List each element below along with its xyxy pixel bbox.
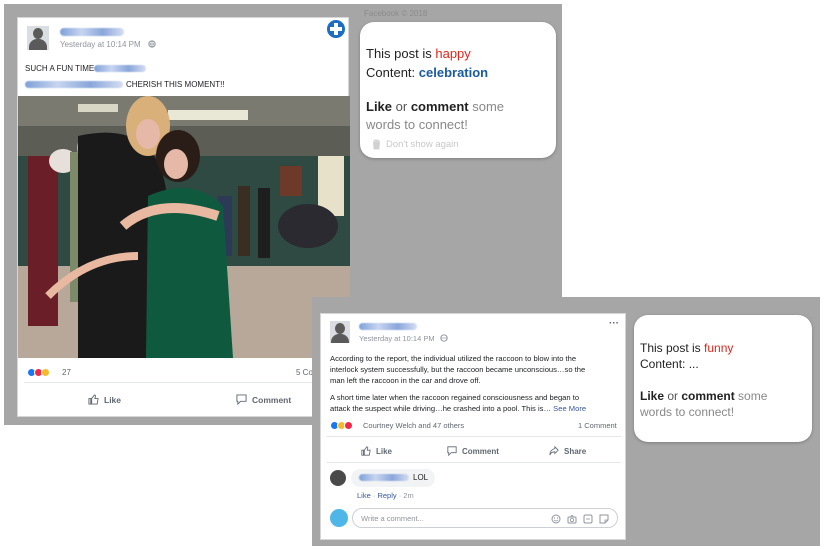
reaction-count[interactable]: 27 (62, 368, 71, 377)
reaction-icons[interactable] (27, 368, 50, 377)
comments-count[interactable]: 5 Co (296, 368, 313, 377)
post-timestamp[interactable]: Yesterday at 10:14 PM (60, 40, 141, 49)
connect-line-2-1: Like or comment some (640, 389, 768, 403)
emoji-icon[interactable] (551, 514, 561, 524)
author-name-blurred-2[interactable] (359, 323, 417, 330)
comment-actions: Like · Reply · 2m (357, 491, 414, 500)
post-text-line1: SUCH A FUN TIME (25, 64, 95, 73)
comment-icon (447, 446, 457, 456)
content-value-2: ... (688, 357, 699, 371)
connect-line-1: Like or comment some (366, 99, 505, 114)
plus-button[interactable] (325, 18, 347, 40)
current-user-avatar (330, 509, 348, 527)
author-name-blurred[interactable] (60, 28, 124, 36)
sentiment-value: happy (435, 46, 471, 61)
comment-button-2[interactable]: Comment (447, 446, 499, 456)
post2-para1-line3: man left the raccoon in the car and drov… (330, 376, 481, 385)
post-card-2: Yesterday at 10:14 PM ··· According to t… (320, 313, 626, 540)
see-more-link[interactable]: See More (551, 404, 586, 413)
tagged-names-blurred[interactable] (25, 81, 123, 88)
sentiment-value-2: funny (704, 341, 734, 355)
content-line: Content: celebration (366, 65, 489, 80)
commenter-name-blurred[interactable] (359, 474, 409, 481)
like-label: Like (104, 394, 122, 405)
reaction-icons-2[interactable] (330, 421, 353, 430)
author-avatar[interactable] (27, 26, 49, 50)
post2-para1-line2: interlock system successfully, but the r… (330, 365, 586, 374)
post-photo[interactable] (18, 96, 350, 358)
comment-button[interactable]: Comment (236, 394, 291, 405)
dont-show-again-button[interactable]: Don't show again (372, 139, 459, 150)
tagged-name-blurred[interactable] (94, 65, 146, 72)
more-icon: ··· (609, 318, 619, 329)
share-button[interactable]: Share (549, 446, 586, 456)
sticker-icon[interactable] (599, 514, 609, 524)
sentiment-line: This post is happy (366, 46, 471, 61)
globe-icon (148, 40, 156, 48)
comment-icon (236, 394, 247, 405)
comments-count-2[interactable]: 1 Comment (578, 421, 617, 430)
post2-para2-line1: A short time later when the raccoon rega… (330, 393, 580, 402)
connect-line-2-2: words to connect! (640, 405, 735, 419)
write-comment-input[interactable]: Write a comment... (352, 508, 618, 528)
divider (327, 436, 621, 437)
post2-para1-line1: According to the report, the individual … (330, 354, 577, 363)
love-reaction-icon (344, 421, 353, 430)
reactors-text[interactable]: Courtney Welch and 47 others (363, 421, 464, 430)
comment-label: Comment (252, 394, 292, 405)
post-timestamp-2[interactable]: Yesterday at 10:14 PM (359, 334, 435, 343)
watermark-text: Facebook © 2018 (364, 9, 428, 18)
post-text-line2: CHERISH THIS MOMENT!! (126, 80, 225, 89)
plus-icon (330, 23, 342, 35)
photo-illustration (18, 96, 350, 358)
comment-reply-link[interactable]: Reply (377, 491, 396, 500)
content-line-2: Content: ... (640, 357, 699, 371)
commenter-avatar[interactable] (330, 470, 346, 486)
comment-link[interactable]: comment (411, 99, 469, 114)
info-bubble-1: This post is happy Content: celebration … (360, 22, 556, 158)
more-options-button[interactable]: ··· (609, 318, 619, 329)
comment-like-link[interactable]: Like (357, 491, 371, 500)
like-button-2[interactable]: Like (361, 446, 392, 456)
author-avatar-2[interactable] (330, 321, 350, 343)
globe-icon (440, 334, 448, 342)
comment-link-2[interactable]: comment (681, 389, 734, 403)
gif-icon[interactable] (583, 514, 593, 524)
like-icon (88, 394, 99, 405)
like-link[interactable]: Like (366, 99, 392, 114)
comment-text: LOL (413, 473, 429, 482)
like-icon (361, 446, 371, 456)
like-link-2[interactable]: Like (640, 389, 664, 403)
camera-icon[interactable] (567, 514, 577, 524)
divider (327, 462, 621, 463)
haha-reaction-icon (41, 368, 50, 377)
comment-time: 2m (403, 491, 414, 500)
info-bubble-2: This post is funny Content: ... Like or … (634, 315, 812, 442)
trash-icon (373, 139, 380, 150)
connect-line-2: words to connect! (366, 117, 468, 132)
sentiment-line-2: This post is funny (640, 341, 734, 355)
like-button[interactable]: Like (88, 394, 121, 405)
post2-para2-line2: attack the suspect while driving…he cras… (330, 404, 587, 413)
post-card-1: Yesterday at 10:14 PM SUCH A FUN TIME CH… (17, 17, 350, 417)
divider (24, 382, 344, 383)
content-value: celebration (418, 65, 489, 80)
share-icon (549, 446, 559, 456)
write-comment-placeholder: Write a comment... (361, 514, 424, 523)
